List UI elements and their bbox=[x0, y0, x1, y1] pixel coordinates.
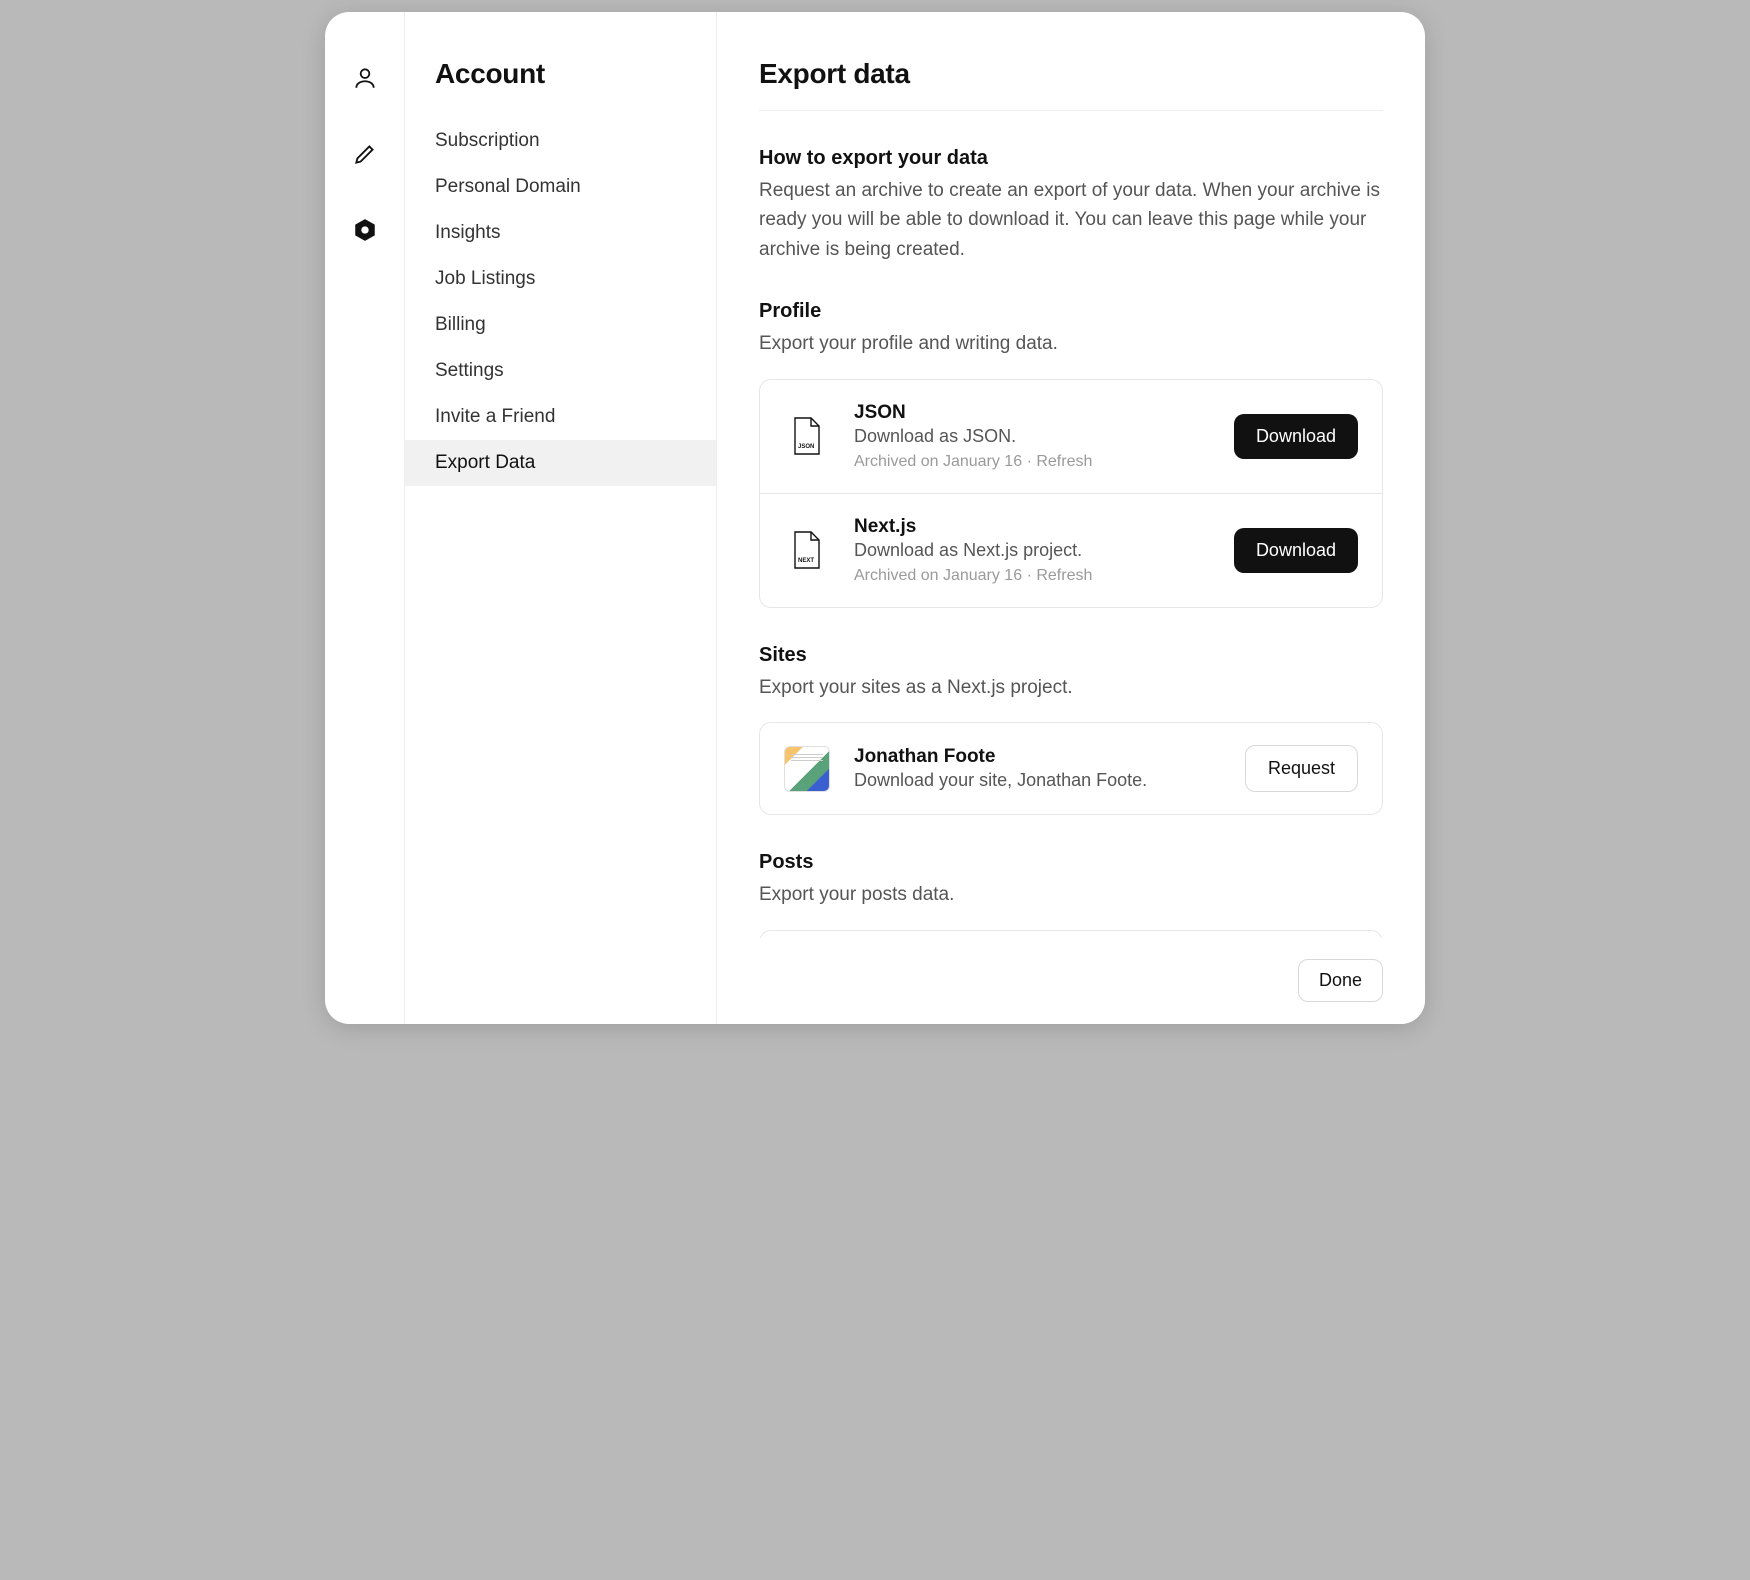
sidebar-item-settings[interactable]: Settings bbox=[405, 348, 716, 394]
sites-section: Sites Export your sites as a Next.js pro… bbox=[759, 644, 1383, 815]
export-nextjs-row: NEXT Next.js Download as Next.js project… bbox=[760, 493, 1382, 607]
sidebar-item-invite-friend[interactable]: Invite a Friend bbox=[405, 394, 716, 440]
profile-section: Profile Export your profile and writing … bbox=[759, 300, 1383, 607]
page-title: Export data bbox=[759, 58, 1383, 111]
export-nextjs-meta: Archived on January 16 · Refresh bbox=[854, 567, 1210, 585]
site-sub: Download your site, Jonathan Foote. bbox=[854, 770, 1221, 791]
export-nextjs-sub: Download as Next.js project. bbox=[854, 540, 1210, 561]
profile-icon[interactable] bbox=[351, 64, 379, 92]
settings-sidebar: Account Subscription Personal Domain Ins… bbox=[405, 12, 717, 1024]
profile-heading: Profile bbox=[759, 300, 1383, 323]
sidebar-item-insights[interactable]: Insights bbox=[405, 210, 716, 256]
sidebar-item-job-listings[interactable]: Job Listings bbox=[405, 256, 716, 302]
profile-desc: Export your profile and writing data. bbox=[759, 329, 1383, 358]
sidebar-item-personal-domain[interactable]: Personal Domain bbox=[405, 164, 716, 210]
profile-card-group: JSON JSON Download as JSON. Archived on … bbox=[759, 379, 1383, 608]
sidebar-item-subscription[interactable]: Subscription bbox=[405, 118, 716, 164]
export-nextjs-archived: Archived on January 16 bbox=[854, 567, 1022, 584]
howto-section: How to export your data Request an archi… bbox=[759, 147, 1383, 264]
svg-text:NEXT: NEXT bbox=[798, 558, 814, 564]
posts-desc: Export your posts data. bbox=[759, 880, 1383, 909]
file-json-icon: JSON bbox=[784, 413, 830, 459]
svg-text:JSON: JSON bbox=[798, 444, 814, 450]
export-json-title: JSON bbox=[854, 402, 1210, 424]
export-json-meta: Archived on January 16 · Refresh bbox=[854, 453, 1210, 471]
sidebar-item-billing[interactable]: Billing bbox=[405, 302, 716, 348]
icon-rail bbox=[325, 12, 405, 1024]
posts-section: Posts Export your posts data. bbox=[759, 851, 1383, 938]
main-panel: Export data How to export your data Requ… bbox=[717, 12, 1425, 1024]
download-json-button[interactable]: Download bbox=[1234, 414, 1358, 459]
export-nextjs-refresh[interactable]: Refresh bbox=[1036, 567, 1092, 584]
sidebar-item-export-data[interactable]: Export Data bbox=[405, 440, 716, 486]
export-json-refresh[interactable]: Refresh bbox=[1036, 453, 1092, 470]
request-site-button[interactable]: Request bbox=[1245, 745, 1358, 792]
file-next-icon: NEXT bbox=[784, 527, 830, 573]
posts-card-group bbox=[759, 930, 1383, 938]
posts-heading: Posts bbox=[759, 851, 1383, 874]
modal-footer: Done bbox=[717, 940, 1425, 1024]
export-json-archived: Archived on January 16 bbox=[854, 453, 1022, 470]
sidebar-title: Account bbox=[405, 58, 716, 118]
export-nextjs-title: Next.js bbox=[854, 516, 1210, 538]
howto-body: Request an archive to create an export o… bbox=[759, 176, 1383, 264]
export-json-sub: Download as JSON. bbox=[854, 426, 1210, 447]
howto-heading: How to export your data bbox=[759, 147, 1383, 170]
pencil-icon[interactable] bbox=[351, 140, 379, 168]
sites-desc: Export your sites as a Next.js project. bbox=[759, 673, 1383, 702]
site-thumbnail-icon bbox=[784, 746, 830, 792]
site-title: Jonathan Foote bbox=[854, 746, 1221, 768]
download-nextjs-button[interactable]: Download bbox=[1234, 528, 1358, 573]
sites-heading: Sites bbox=[759, 644, 1383, 667]
export-json-row: JSON JSON Download as JSON. Archived on … bbox=[760, 380, 1382, 493]
sites-card-group: Jonathan Foote Download your site, Jonat… bbox=[759, 722, 1383, 815]
settings-hex-icon[interactable] bbox=[351, 216, 379, 244]
settings-modal: Account Subscription Personal Domain Ins… bbox=[325, 12, 1425, 1024]
site-row: Jonathan Foote Download your site, Jonat… bbox=[760, 723, 1382, 814]
done-button[interactable]: Done bbox=[1298, 959, 1383, 1002]
